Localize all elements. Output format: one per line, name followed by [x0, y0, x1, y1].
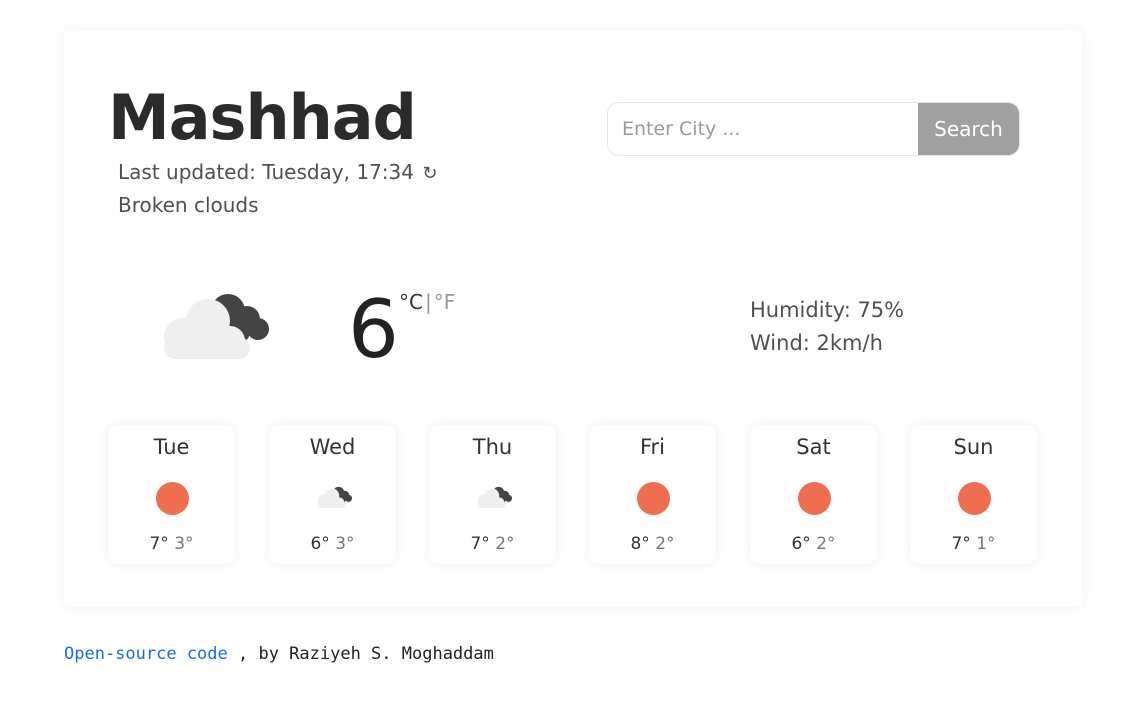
forecast-day-name: Tue: [153, 435, 190, 459]
forecast-day-name: Thu: [472, 435, 513, 459]
current-temperature: 6: [348, 283, 399, 376]
forecast-low: 2°: [816, 534, 836, 554]
broken-clouds-icon: [164, 294, 269, 359]
forecast-row: Tue 7° 3° Wed 6° 3° Thu 7° 2° Fri 8° 2°: [108, 425, 1038, 565]
forecast-day-name: Wed: [309, 435, 356, 459]
fahrenheit-unit[interactable]: °F: [434, 290, 456, 314]
sun-icon: [637, 482, 670, 515]
unit-toggle: °C | °F: [399, 290, 455, 314]
forecast-high: 7°: [470, 534, 490, 554]
sun-icon: [798, 482, 831, 515]
forecast-high: 6°: [310, 534, 330, 554]
forecast-day: Sat 6° 2°: [750, 425, 877, 564]
forecast-day: Wed 6° 3°: [269, 425, 396, 564]
open-source-link[interactable]: Open-source code: [64, 644, 228, 664]
forecast-low: 1°: [976, 534, 996, 554]
city-search-input[interactable]: [608, 103, 918, 155]
forecast-high: 7°: [951, 534, 971, 554]
celsius-unit[interactable]: °C: [399, 290, 423, 314]
sun-icon: [156, 482, 189, 515]
wind-value: Wind: 2km/h: [750, 331, 883, 355]
footer: Open-source code , by Raziyeh S. Moghadd…: [64, 644, 494, 664]
forecast-temps: 6° 2°: [750, 534, 877, 554]
forecast-temps: 7° 3°: [108, 534, 235, 554]
weather-details: Humidity: 75% Wind: 2km/h: [750, 294, 904, 360]
forecast-low: 2°: [655, 534, 675, 554]
forecast-low: 2°: [495, 534, 515, 554]
refresh-icon[interactable]: ↻: [422, 163, 437, 184]
forecast-day: Tue 7° 3°: [108, 425, 235, 564]
broken-clouds-icon: [317, 486, 353, 509]
humidity-value: Humidity: 75%: [750, 298, 905, 322]
forecast-temps: 7° 2°: [429, 534, 556, 554]
forecast-low: 3°: [174, 534, 194, 554]
footer-byline: , by Raziyeh S. Moghaddam: [227, 644, 494, 664]
last-updated-text: Last updated: Tuesday, 17:34: [118, 160, 414, 184]
forecast-high: 7°: [149, 534, 169, 554]
weather-card: Mashhad Last updated: Tuesday, 17:34 ↻ B…: [64, 30, 1082, 607]
forecast-temps: 6° 3°: [269, 534, 396, 554]
search-form: Search: [607, 102, 1020, 156]
forecast-day-name: Sat: [796, 435, 831, 459]
weather-description: Broken clouds: [118, 193, 259, 217]
search-button[interactable]: Search: [918, 103, 1019, 155]
forecast-high: 8°: [630, 534, 650, 554]
forecast-day-name: Sun: [953, 435, 994, 459]
unit-separator: |: [424, 290, 432, 314]
forecast-temps: 8° 2°: [589, 534, 716, 554]
forecast-day: Sun 7° 1°: [910, 425, 1037, 564]
forecast-low: 3°: [335, 534, 355, 554]
last-updated: Last updated: Tuesday, 17:34 ↻: [118, 160, 437, 184]
forecast-day: Fri 8° 2°: [589, 425, 716, 564]
forecast-day: Thu 7° 2°: [429, 425, 556, 564]
sun-icon: [958, 482, 991, 515]
forecast-temps: 7° 1°: [910, 534, 1037, 554]
forecast-day-name: Fri: [639, 435, 666, 459]
city-name: Mashhad: [108, 81, 417, 154]
forecast-high: 6°: [791, 534, 811, 554]
broken-clouds-icon: [477, 486, 513, 509]
